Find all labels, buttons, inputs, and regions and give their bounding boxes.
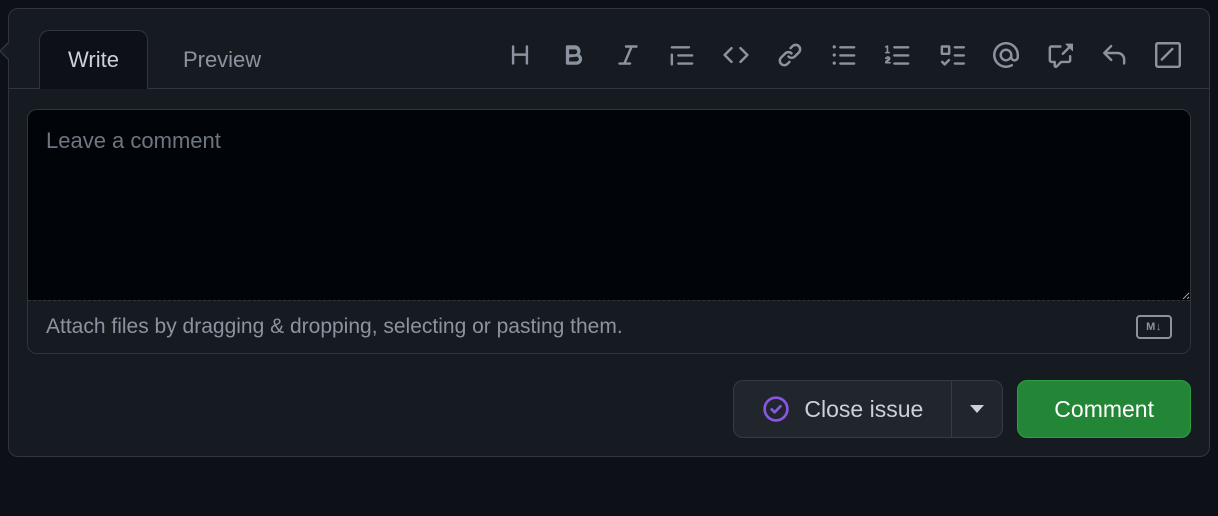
link-icon[interactable] bbox=[777, 42, 803, 68]
pointer-decoration-inner bbox=[1, 42, 10, 60]
attach-files-row[interactable]: Attach files by dragging & dropping, sel… bbox=[28, 300, 1190, 353]
reply-icon[interactable] bbox=[1101, 42, 1127, 68]
mention-icon[interactable] bbox=[993, 42, 1019, 68]
cross-reference-icon[interactable] bbox=[1047, 42, 1073, 68]
close-issue-dropdown[interactable] bbox=[952, 391, 1002, 427]
close-issue-button[interactable]: Close issue bbox=[734, 381, 952, 437]
slash-command-icon[interactable] bbox=[1155, 42, 1181, 68]
comment-button[interactable]: Comment bbox=[1017, 380, 1191, 438]
close-issue-group: Close issue bbox=[733, 380, 1003, 438]
code-icon[interactable] bbox=[723, 42, 749, 68]
bold-icon[interactable] bbox=[561, 42, 587, 68]
tabbar: Write Preview bbox=[9, 21, 1209, 89]
markdown-icon[interactable]: M↓ bbox=[1136, 315, 1172, 339]
tab-write[interactable]: Write bbox=[39, 30, 148, 89]
editor-area: Attach files by dragging & dropping, sel… bbox=[27, 109, 1191, 354]
unordered-list-icon[interactable] bbox=[831, 42, 857, 68]
ordered-list-icon[interactable] bbox=[885, 42, 911, 68]
textarea-wrapper bbox=[28, 110, 1190, 300]
italic-icon[interactable] bbox=[615, 42, 641, 68]
tabs: Write Preview bbox=[27, 21, 290, 88]
quote-icon[interactable] bbox=[669, 42, 695, 68]
comment-textarea[interactable] bbox=[28, 110, 1190, 300]
formatting-toolbar bbox=[507, 42, 1191, 68]
heading-icon[interactable] bbox=[507, 42, 533, 68]
chevron-down-icon bbox=[970, 405, 984, 413]
tasklist-icon[interactable] bbox=[939, 42, 965, 68]
close-issue-label: Close issue bbox=[804, 396, 923, 423]
issue-closed-icon bbox=[762, 395, 790, 423]
tab-preview[interactable]: Preview bbox=[154, 30, 290, 89]
comment-form: Write Preview bbox=[8, 8, 1210, 457]
attach-hint-text: Attach files by dragging & dropping, sel… bbox=[46, 315, 623, 339]
action-buttons: Close issue Comment bbox=[27, 380, 1191, 438]
